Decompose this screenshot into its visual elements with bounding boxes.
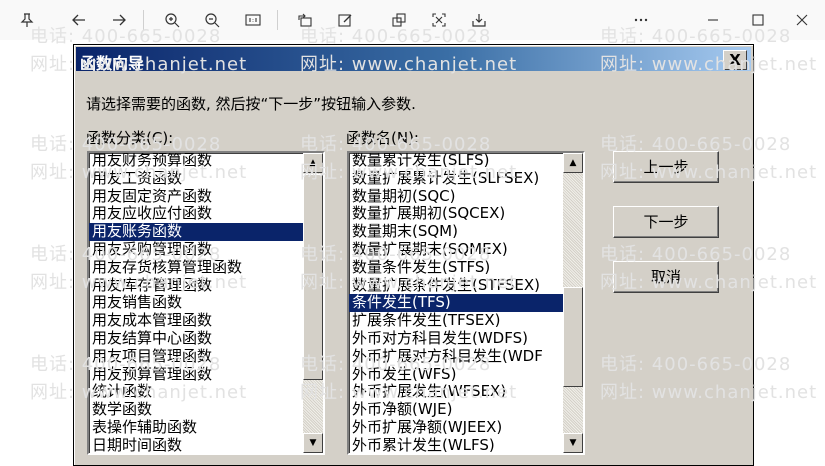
- function-list-item[interactable]: 数量扩展累计发生(SLFSEX): [349, 170, 563, 188]
- pin-icon[interactable]: [14, 8, 40, 32]
- function-list-item[interactable]: 外币扩展对方科目发生(WDF: [349, 348, 563, 366]
- category-listbox[interactable]: 用友财务预算函数 用友工资函数 用友固定资产函数 用友应收应付函数 用友账务函数 用友采购…: [87, 151, 325, 455]
- function-list-item[interactable]: 外币净额(WJE): [349, 401, 563, 419]
- fit-icon[interactable]: [426, 8, 452, 32]
- function-list-item[interactable]: 数量扩展期初(SQCEX): [349, 205, 563, 223]
- category-list-item[interactable]: 用友账务函数: [89, 223, 303, 241]
- zoom-in-icon[interactable]: [159, 8, 185, 32]
- category-list-item[interactable]: 用友工资函数: [89, 170, 303, 188]
- category-list-item[interactable]: 用友存货核算管理函数: [89, 259, 303, 277]
- forward-icon[interactable]: [106, 8, 132, 32]
- function-list-item[interactable]: 数量条件发生(STFS): [349, 259, 563, 277]
- rotate-icon[interactable]: [292, 8, 318, 32]
- next-step-button[interactable]: 下一步: [613, 206, 719, 238]
- dialog-titlebar: 函数向导 X: [76, 47, 751, 73]
- more-icon[interactable]: [628, 8, 654, 32]
- dialog-title: 函数向导: [80, 54, 145, 73]
- function-list-item[interactable]: 数量扩展期末(SQMEX): [349, 241, 563, 259]
- function-list-item[interactable]: 数量期初(SQC): [349, 188, 563, 206]
- category-scrollbar[interactable]: ▲ ▼: [303, 153, 323, 453]
- scroll-thumb[interactable]: [563, 287, 583, 387]
- function-list-item[interactable]: 外币对方科目发生(WDFS): [349, 330, 563, 348]
- zoom-out-icon[interactable]: [199, 8, 225, 32]
- function-scrollbar[interactable]: ▲ ▼: [563, 153, 583, 453]
- function-list-item[interactable]: 外币扩展发生(WFSEX): [349, 383, 563, 401]
- scroll-up-icon[interactable]: ▲: [303, 153, 323, 173]
- viewer-toolbar: [0, 0, 825, 40]
- function-list-item[interactable]: 外币发生(WFS): [349, 366, 563, 384]
- function-list-item[interactable]: 外币扩展净额(WJEEX): [349, 419, 563, 437]
- category-list-item[interactable]: 用友预算管理函数: [89, 366, 303, 384]
- category-list-item[interactable]: 数学函数: [89, 401, 303, 419]
- close-icon[interactable]: [789, 8, 815, 32]
- category-list-item[interactable]: 用友销售函数: [89, 294, 303, 312]
- category-list-item[interactable]: 用友项目管理函数: [89, 348, 303, 366]
- crop-icon[interactable]: [386, 8, 412, 32]
- scroll-down-icon[interactable]: ▼: [303, 433, 323, 453]
- minimize-icon[interactable]: [700, 8, 726, 32]
- function-listbox[interactable]: 数量累计发生(SLFS) 数量扩展累计发生(SLFSEX) 数量期初(SQC) 数量扩…: [347, 151, 585, 455]
- category-list-item[interactable]: 用友固定资产函数: [89, 188, 303, 206]
- scroll-down-icon[interactable]: ▼: [563, 433, 583, 453]
- actual-size-icon[interactable]: [240, 8, 266, 32]
- function-list-item[interactable]: 数量期末(SQM): [349, 223, 563, 241]
- category-list-item[interactable]: 用友采购管理函数: [89, 241, 303, 259]
- maximize-icon[interactable]: [745, 8, 771, 32]
- function-label: 函数名(N):: [346, 129, 419, 147]
- category-list-item[interactable]: 用友成本管理函数: [89, 312, 303, 330]
- category-list-item[interactable]: 用友库存管理函数: [89, 277, 303, 295]
- cancel-button[interactable]: 取消: [613, 261, 719, 293]
- function-list-item[interactable]: 数量扩展条件发生(STFSEX): [349, 277, 563, 295]
- scroll-thumb[interactable]: [303, 174, 323, 380]
- category-list-item[interactable]: 统计函数: [89, 383, 303, 401]
- prev-step-button[interactable]: 上一步: [613, 151, 719, 183]
- instruction-text: 请选择需要的函数, 然后按“下一步”按钮输入参数.: [86, 95, 416, 113]
- category-list-item[interactable]: 表操作辅助函数: [89, 419, 303, 437]
- category-label: 函数分类(C):: [86, 129, 174, 147]
- function-list-item[interactable]: 扩展条件发生(TFSEX): [349, 312, 563, 330]
- edit-icon[interactable]: [332, 8, 358, 32]
- function-list-item[interactable]: 数量累计发生(SLFS): [349, 153, 563, 170]
- category-list-item[interactable]: 用友应收应付函数: [89, 205, 303, 223]
- scroll-up-icon[interactable]: ▲: [563, 153, 583, 173]
- function-list: 数量累计发生(SLFS) 数量扩展累计发生(SLFSEX) 数量期初(SQC) 数量扩…: [349, 153, 563, 453]
- dialog-close-button[interactable]: X: [723, 50, 747, 70]
- category-list-item[interactable]: 用友财务预算函数: [89, 153, 303, 170]
- function-wizard-dialog: 函数向导 X 请选择需要的函数, 然后按“下一步”按钮输入参数. 函数分类(C)…: [73, 44, 754, 466]
- function-list-item[interactable]: 条件发生(TFS): [349, 294, 563, 313]
- category-list: 用友财务预算函数 用友工资函数 用友固定资产函数 用友应收应付函数 用友账务函数 用友采购…: [89, 153, 303, 453]
- back-icon[interactable]: [66, 8, 92, 32]
- category-list-item[interactable]: 用友结算中心函数: [89, 330, 303, 348]
- save-icon[interactable]: [466, 8, 492, 32]
